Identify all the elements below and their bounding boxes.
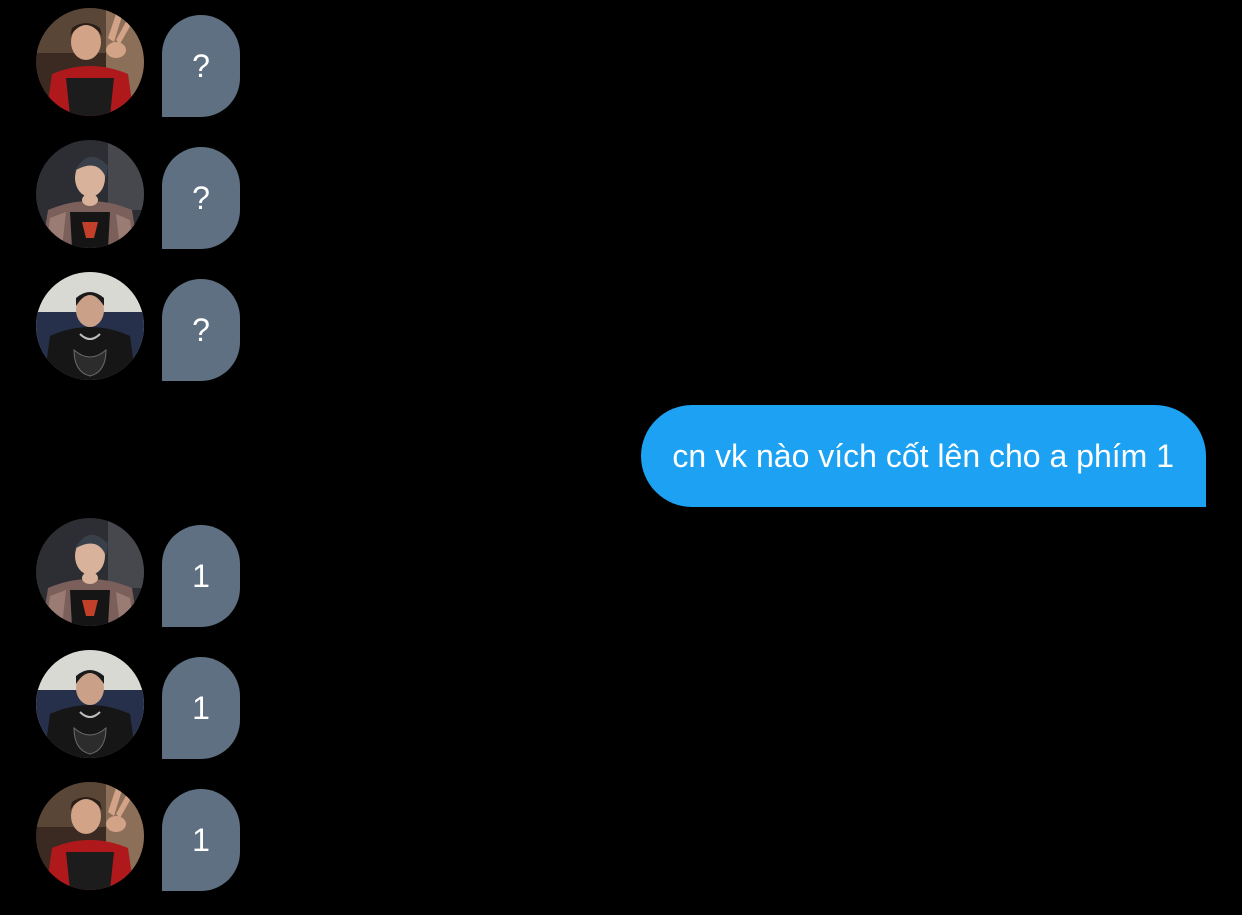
avatar-red-jacket-peace-sign[interactable] xyxy=(36,8,144,116)
message-bubble-incoming[interactable]: 1 xyxy=(162,657,240,759)
avatar-black-hoodie[interactable] xyxy=(36,650,144,758)
message-bubble-incoming[interactable]: ? xyxy=(162,279,240,381)
message-bubble-incoming[interactable]: 1 xyxy=(162,525,240,627)
message-bubble-incoming[interactable]: ? xyxy=(162,147,240,249)
avatar-patterned-jacket[interactable] xyxy=(36,140,144,248)
message-bubble-incoming[interactable]: 1 xyxy=(162,789,240,891)
message-bubble-incoming[interactable]: ? xyxy=(162,15,240,117)
message-bubble-outgoing[interactable]: cn vk nào vích cốt lên cho a phím 1 xyxy=(641,405,1206,507)
avatar-red-jacket-peace-sign[interactable] xyxy=(36,782,144,890)
avatar-black-hoodie[interactable] xyxy=(36,272,144,380)
chat-thread: ? ? ? cn vk nào vích cốt lên cho a phím … xyxy=(0,0,1242,915)
avatar-patterned-jacket[interactable] xyxy=(36,518,144,626)
